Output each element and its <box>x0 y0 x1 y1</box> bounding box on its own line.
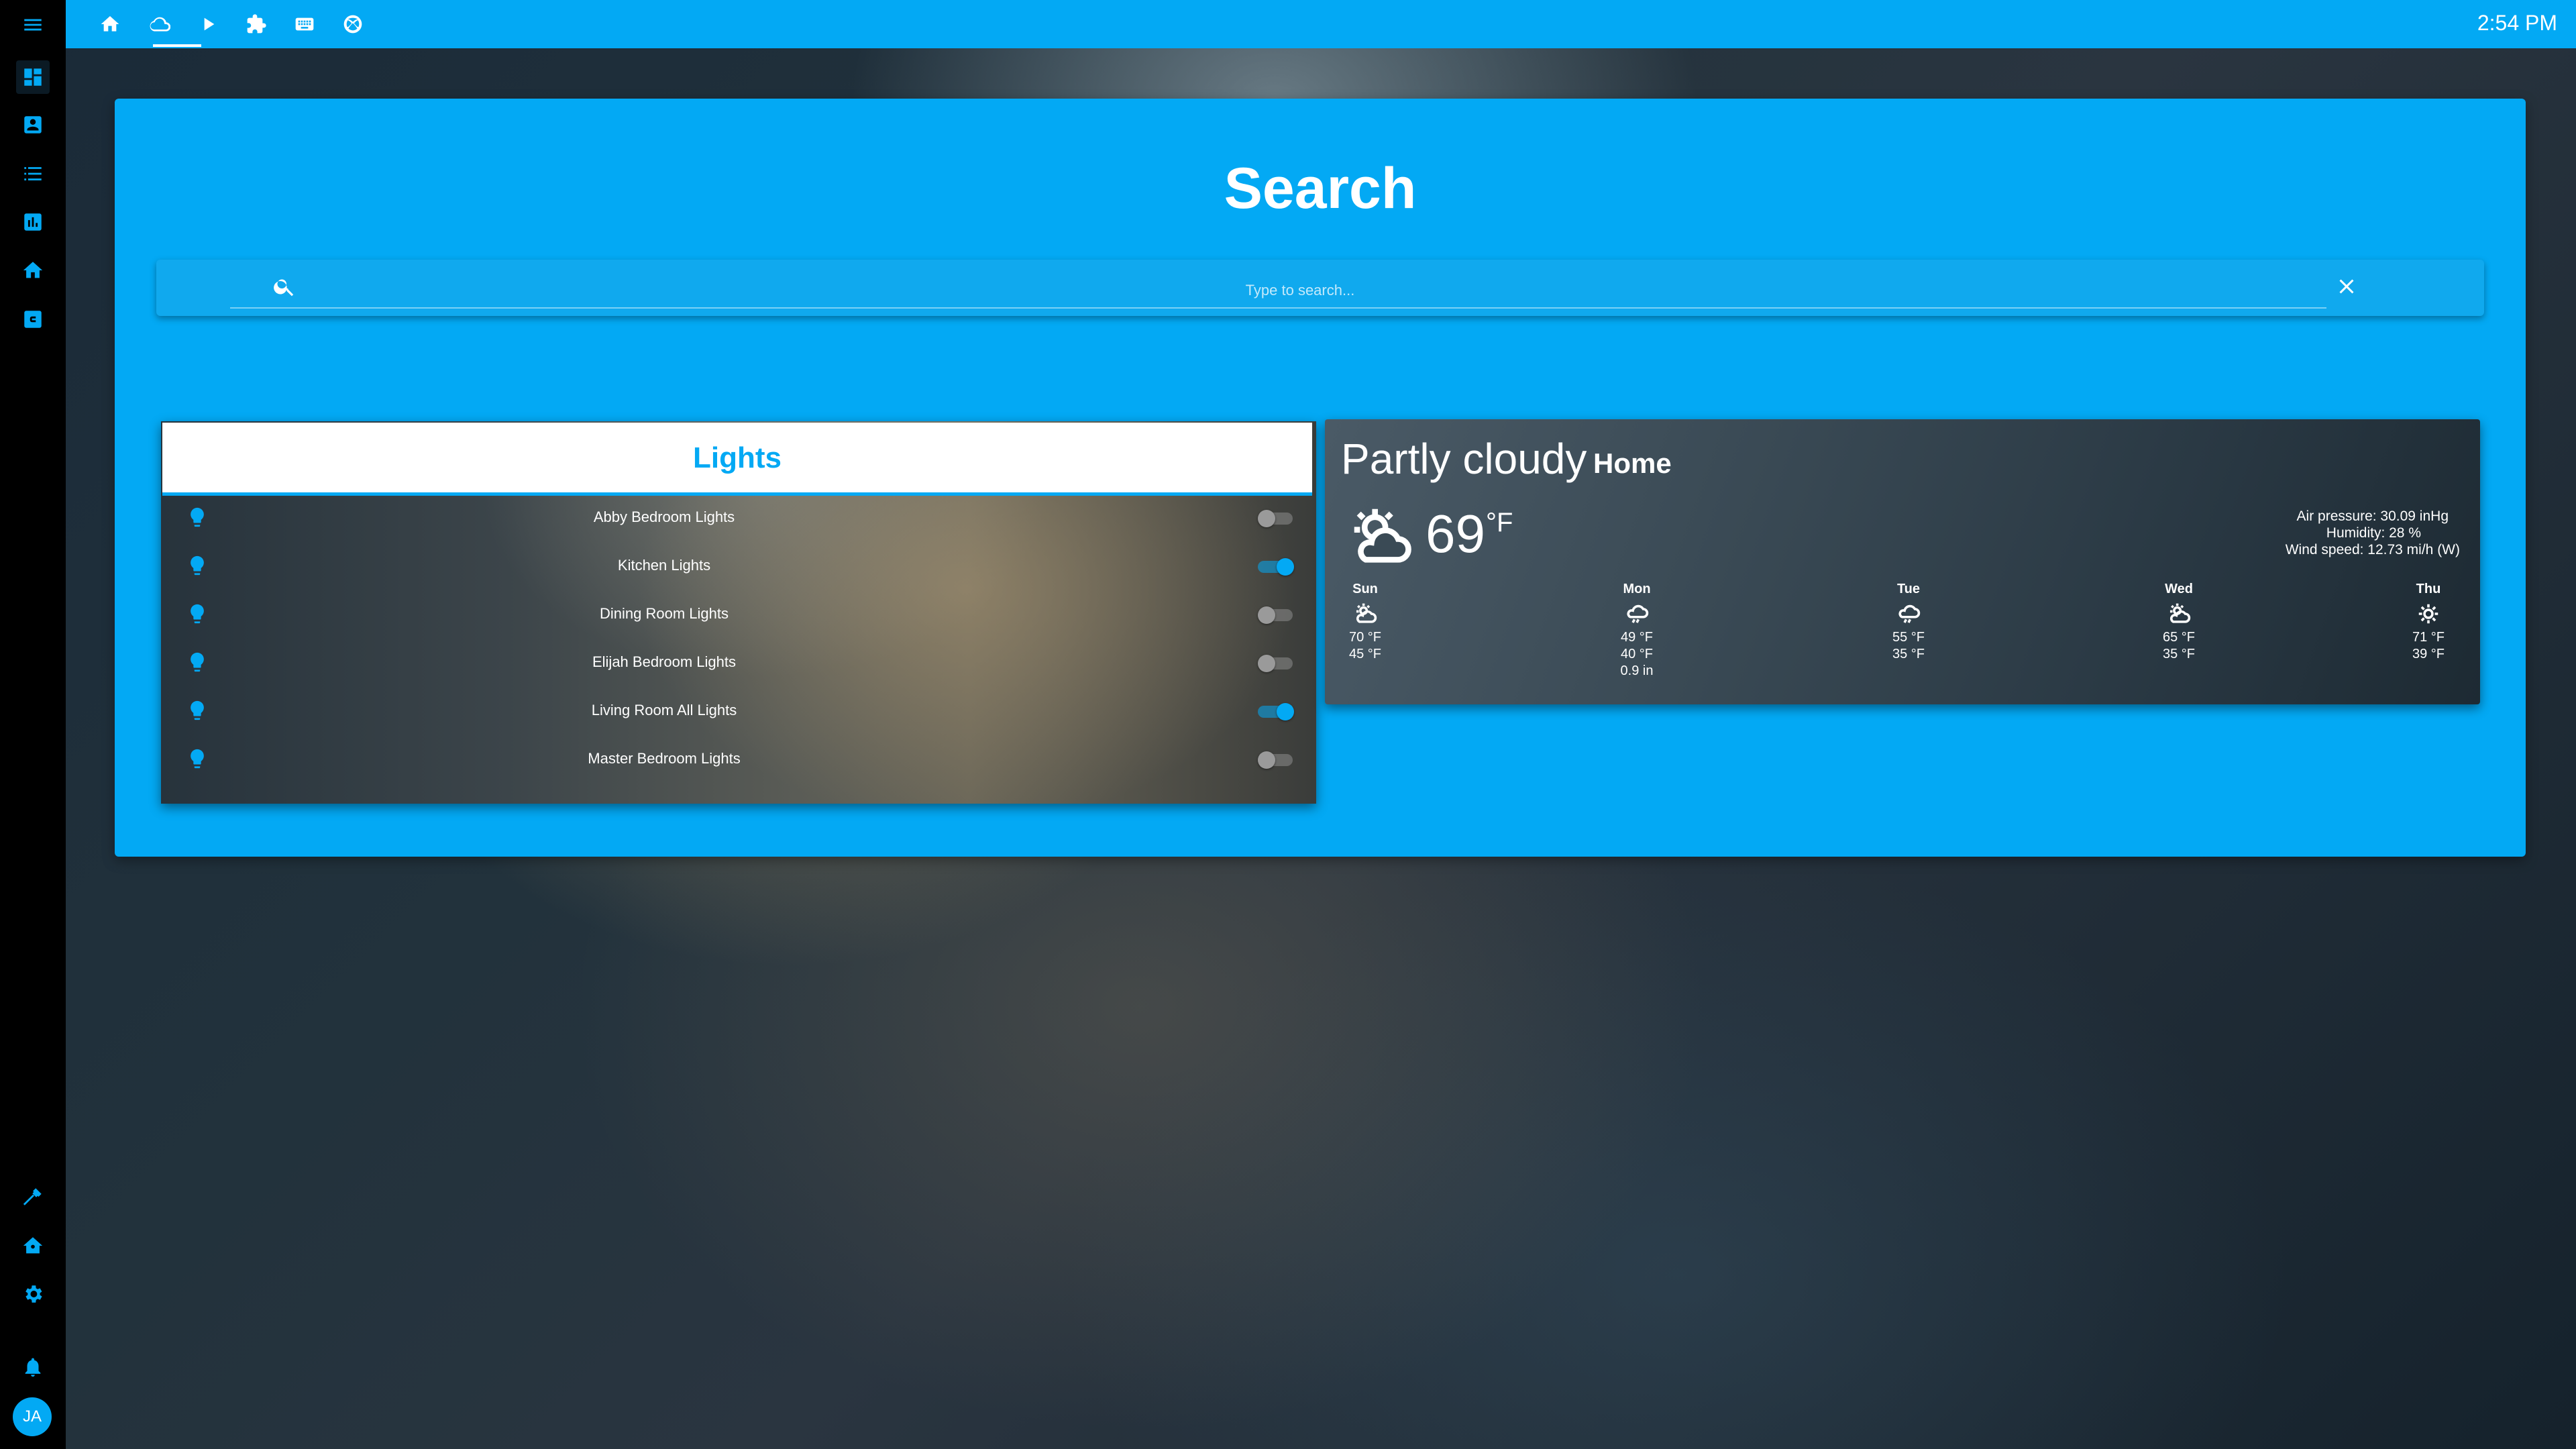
partly-cloudy-icon <box>1345 500 1419 574</box>
home-icon[interactable] <box>95 9 125 39</box>
forecast-high: 70 °F <box>1348 630 1382 645</box>
light-name: Dining Room Lights <box>600 605 729 622</box>
forecast-day: Tue 55 °F 35 °F <box>1868 582 1949 663</box>
clear-icon[interactable] <box>2334 274 2359 299</box>
weather-wind: Wind speed: 12.73 mi/h (W) <box>2285 542 2460 557</box>
light-row[interactable]: Living Room All Lights <box>161 687 1316 735</box>
clock: 2:54 PM <box>2477 11 2557 35</box>
dashboard-icon[interactable] <box>16 60 50 94</box>
play-icon[interactable] <box>193 9 223 39</box>
light-toggle[interactable] <box>1258 655 1294 672</box>
keyboard-icon[interactable] <box>290 9 319 39</box>
calendar-icon[interactable] <box>16 303 50 336</box>
rainy-icon <box>1896 601 1921 627</box>
lights-card: Lights Abby Bedroom Lights Kitchen Light… <box>161 421 1316 804</box>
chart-icon[interactable] <box>16 205 50 239</box>
hammer-icon[interactable] <box>16 1180 50 1214</box>
light-toggle[interactable] <box>1258 558 1294 576</box>
forecast-high: 71 °F <box>2412 630 2445 645</box>
weather-temperature: 69 <box>1426 504 1485 564</box>
forecast-low: 40 °F <box>1620 647 1654 661</box>
light-row[interactable]: Elijah Bedroom Lights <box>161 639 1316 687</box>
lights-header: Lights <box>162 423 1312 496</box>
light-row[interactable]: Kitchen Lights <box>161 542 1316 590</box>
forecast-day: Thu 71 °F 39 °F <box>2388 582 2469 663</box>
light-name: Master Bedroom Lights <box>588 750 741 767</box>
puzzle-icon[interactable] <box>241 9 271 39</box>
light-row[interactable]: Dining Room Lights <box>161 590 1316 639</box>
account-box-icon[interactable] <box>16 108 50 142</box>
light-row[interactable]: Master Bedroom Lights <box>161 735 1316 784</box>
light-toggle[interactable] <box>1258 606 1294 624</box>
home-automation-icon[interactable] <box>16 1229 50 1263</box>
forecast-high: 55 °F <box>1892 630 1925 645</box>
sidebar: JA <box>0 0 66 1449</box>
forecast-day: Mon 49 °F 40 °F 0.9 in <box>1597 582 1677 680</box>
forecast-low: 35 °F <box>2162 647 2196 661</box>
sunny-icon <box>2416 601 2441 627</box>
rainy-icon <box>1624 601 1650 627</box>
partly-cloudy-icon <box>2166 601 2192 627</box>
page-title: Search <box>1224 156 1417 221</box>
weather-unit: °F <box>1486 508 1513 537</box>
forecast-day-label: Mon <box>1623 582 1651 596</box>
light-name: Kitchen Lights <box>617 557 711 574</box>
search-input[interactable] <box>309 276 2291 305</box>
forecast-low: 45 °F <box>1348 647 1382 661</box>
home-icon[interactable] <box>16 254 50 287</box>
search-underline <box>230 307 2326 309</box>
forecast-day: Sun 70 °F 45 °F <box>1325 582 1405 663</box>
list-icon[interactable] <box>16 157 50 191</box>
light-toggle[interactable] <box>1258 510 1294 527</box>
forecast-high: 49 °F <box>1620 630 1654 645</box>
gear-icon[interactable] <box>16 1277 50 1311</box>
weather-card[interactable]: Partly cloudy Home 69 °F Air pressure: 3… <box>1325 419 2480 704</box>
weather-pressure: Air pressure: 30.09 inHg <box>2296 508 2449 524</box>
forecast-day-label: Sun <box>1352 582 1378 596</box>
forecast-day: Wed 65 °F 35 °F <box>2139 582 2219 663</box>
xbox-icon[interactable] <box>338 9 368 39</box>
search-icon <box>272 274 297 299</box>
light-name: Living Room All Lights <box>591 702 737 718</box>
weather-humidity: Humidity: 28 % <box>2326 525 2421 541</box>
light-toggle[interactable] <box>1258 751 1294 769</box>
forecast-high: 65 °F <box>2162 630 2196 645</box>
light-name: Abby Bedroom Lights <box>593 508 735 525</box>
forecast-day-label: Wed <box>2165 582 2193 596</box>
bell-icon[interactable] <box>16 1350 50 1384</box>
partly-cloudy-icon <box>1352 601 1378 627</box>
forecast-day-label: Thu <box>2416 582 2441 596</box>
forecast-low: 39 °F <box>2412 647 2445 661</box>
weather-location: Home <box>1593 447 1672 479</box>
forecast-day-label: Tue <box>1896 582 1921 596</box>
light-name: Elijah Bedroom Lights <box>592 653 736 670</box>
top-bar: 2:54 PM <box>66 0 2576 48</box>
light-row[interactable]: Abby Bedroom Lights <box>161 494 1316 542</box>
lights-title: Lights <box>693 441 782 474</box>
menu-icon[interactable] <box>16 8 50 42</box>
cloud-icon[interactable] <box>145 9 174 39</box>
active-tab-indicator <box>153 44 201 47</box>
forecast-low: 35 °F <box>1892 647 1925 661</box>
weather-state: Partly cloudy <box>1341 435 1587 483</box>
avatar[interactable]: JA <box>13 1397 52 1436</box>
light-toggle[interactable] <box>1258 703 1294 720</box>
forecast-precip: 0.9 in <box>1620 663 1654 678</box>
